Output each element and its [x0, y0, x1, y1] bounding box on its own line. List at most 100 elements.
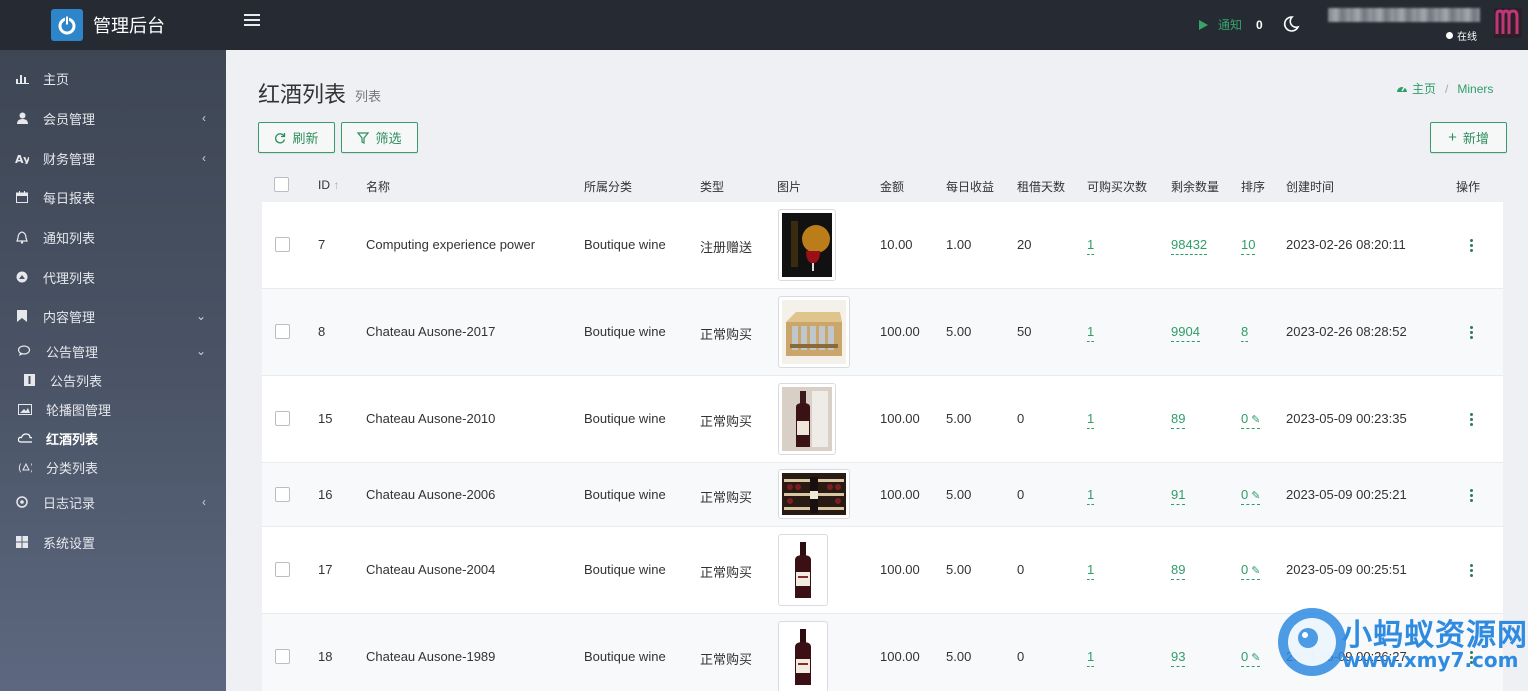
play-icon [1199, 19, 1208, 30]
bottle-thumbnail[interactable] [778, 534, 828, 606]
cell-daily: 1.00 [946, 237, 972, 252]
more-actions-icon[interactable] [1466, 238, 1476, 253]
sidebar-item-categories[interactable]: () 分类列表 [0, 449, 226, 485]
cell-sort[interactable]: 0 ✎ [1241, 411, 1261, 429]
hamburger-menu-icon[interactable] [244, 14, 260, 28]
username-blurred[interactable] [1328, 8, 1480, 22]
cell-id: 18 [318, 649, 333, 664]
sidebar-item-label: 公告管理 [46, 344, 99, 360]
cell-id: 7 [318, 237, 326, 252]
avatar[interactable] [1494, 8, 1522, 38]
table-row: 7 Computing experience power Boutique wi… [262, 202, 1503, 289]
sidebar-item-home[interactable]: 主页 [0, 60, 226, 96]
cell-remaining[interactable]: 98432 [1171, 237, 1208, 255]
cell-buy-times[interactable]: 1 [1087, 411, 1095, 429]
cell-sort[interactable]: 8 [1241, 324, 1249, 342]
filter-button[interactable]: 筛选 [341, 122, 418, 153]
cell-category: Boutique wine [584, 324, 666, 339]
breadcrumb-home[interactable]: 主页 [1396, 80, 1436, 97]
more-actions-icon[interactable] [1466, 325, 1476, 340]
bottle-thumbnail[interactable] [778, 621, 828, 691]
sidebar-item-daily-report[interactable]: 每日报表 [0, 179, 226, 215]
sidebar-item-label: 财务管理 [43, 151, 96, 167]
sidebar-item-members[interactable]: 会员管理 ‹ [0, 100, 226, 136]
cell-category: Boutique wine [584, 562, 666, 577]
select-all-checkbox[interactable] [274, 177, 289, 192]
column-header-created: 创建时间 [1286, 180, 1335, 194]
row-checkbox[interactable] [275, 487, 290, 502]
cell-days: 0 [1017, 649, 1025, 664]
sidebar-item-notifications[interactable]: 通知列表 [0, 219, 226, 255]
bell-icon [15, 230, 29, 244]
sidebar-item-logs[interactable]: 日志记录 ‹ [0, 484, 226, 520]
sidebar-item-agents[interactable]: 代理列表 [0, 259, 226, 295]
cell-name: Chateau Ausone-2017 [366, 324, 496, 339]
cell-remaining[interactable]: 89 [1171, 411, 1186, 429]
cell-type: 正常购买 [700, 490, 753, 505]
notification-button[interactable]: 通知 0 [1199, 16, 1263, 33]
wine-cellar-thumbnail[interactable] [778, 469, 850, 519]
cell-remaining[interactable]: 91 [1171, 487, 1186, 505]
row-checkbox[interactable] [275, 562, 290, 577]
cell-created: 2023-05-09 00:25:21 [1286, 487, 1407, 502]
cell-sort[interactable]: 0 ✎ [1241, 649, 1261, 667]
cell-category: Boutique wine [584, 237, 666, 252]
cell-buy-times[interactable]: 1 [1087, 562, 1095, 580]
cell-daily: 5.00 [946, 649, 972, 664]
column-header-id[interactable]: ID ↑ [318, 178, 339, 192]
sort-arrow-icon: ↑ [333, 178, 340, 192]
sidebar-menu: 主页 会员管理 ‹ Ay 财务管理 ‹ 每日报表 通知列表 代理列表 内容管理 … [0, 50, 226, 691]
cell-buy-times[interactable]: 1 [1087, 324, 1095, 342]
cell-amount: 100.00 [880, 649, 920, 664]
sidebar-item-content[interactable]: 内容管理 ⌄ [0, 298, 226, 334]
sidebar-item-label: 红酒列表 [46, 431, 99, 447]
user-icon [15, 111, 29, 125]
row-checkbox[interactable] [275, 324, 290, 339]
sidebar-item-settings[interactable]: 系统设置 [0, 524, 226, 560]
more-actions-icon[interactable] [1466, 412, 1476, 427]
row-checkbox[interactable] [275, 649, 290, 664]
pencil-icon: ✎ [1251, 414, 1261, 426]
online-dot-icon [1446, 32, 1453, 39]
moon-icon[interactable] [1282, 15, 1300, 38]
cell-remaining[interactable]: 93 [1171, 649, 1186, 667]
column-header-amount: 金额 [880, 180, 905, 194]
page-subtitle: 列表 [355, 89, 382, 104]
bottle-photo-thumbnail[interactable] [778, 383, 836, 455]
column-header-actions: 操作 [1456, 180, 1481, 194]
list-icon [22, 373, 36, 387]
logo-area[interactable]: 管理后台 [0, 0, 226, 50]
comments-icon [18, 344, 32, 358]
bookmark-icon [15, 309, 29, 323]
cell-days: 0 [1017, 411, 1025, 426]
wine-glass-thumbnail[interactable] [778, 209, 836, 281]
more-actions-icon[interactable] [1466, 650, 1476, 665]
more-actions-icon[interactable] [1466, 563, 1476, 578]
cell-sort[interactable]: 0 ✎ [1241, 562, 1261, 580]
svg-text:Ay: Ay [15, 153, 29, 164]
cell-created: 2023-02-26 08:20:11 [1286, 237, 1406, 252]
cell-sort[interactable]: 10 [1241, 237, 1256, 255]
sidebar-item-label: 内容管理 [43, 309, 96, 325]
cell-id: 17 [318, 562, 333, 577]
cell-sort[interactable]: 0 ✎ [1241, 487, 1261, 505]
sidebar-item-finance[interactable]: Ay 财务管理 ‹ [0, 140, 226, 176]
cell-buy-times[interactable]: 1 [1087, 237, 1095, 255]
column-header-daily: 每日收益 [946, 180, 995, 194]
cell-remaining[interactable]: 9904 [1171, 324, 1200, 342]
wine-case-thumbnail[interactable] [778, 296, 850, 368]
breadcrumb-current[interactable]: Miners [1457, 82, 1493, 96]
row-checkbox[interactable] [275, 411, 290, 426]
table-row: 18 Chateau Ausone-1989 Boutique wine 正常购… [262, 614, 1503, 691]
cell-buy-times[interactable]: 1 [1087, 487, 1095, 505]
breadcrumb-separator: / [1445, 81, 1449, 96]
cell-remaining[interactable]: 89 [1171, 562, 1186, 580]
add-button[interactable]: + 新增 [1430, 122, 1507, 153]
column-header-image: 图片 [777, 180, 802, 194]
row-checkbox[interactable] [275, 237, 290, 252]
bar-chart-icon [15, 71, 29, 85]
notification-label: 通知 [1218, 18, 1243, 32]
refresh-button[interactable]: 刷新 [258, 122, 335, 153]
more-actions-icon[interactable] [1466, 488, 1476, 503]
cell-buy-times[interactable]: 1 [1087, 649, 1095, 667]
